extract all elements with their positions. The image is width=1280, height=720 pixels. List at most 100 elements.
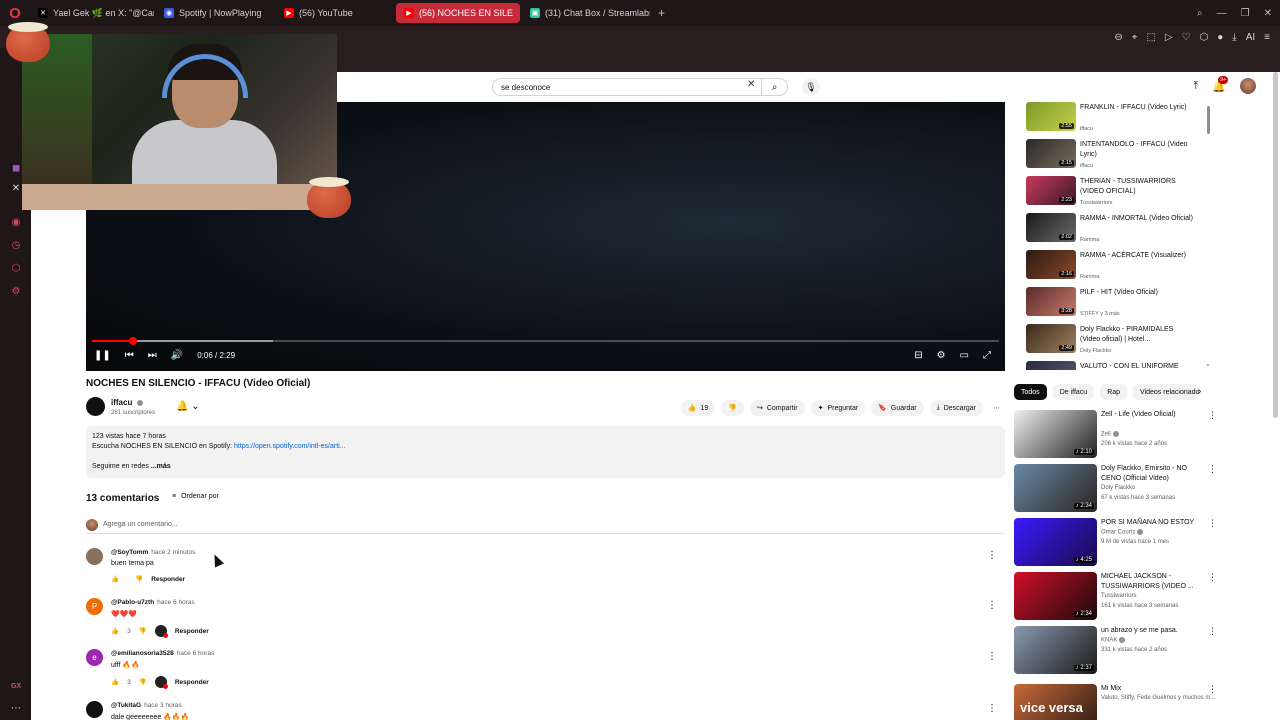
recommendation-menu-icon[interactable]: ⋮ bbox=[1208, 572, 1217, 583]
tab-0[interactable]: ✕ Yael Gek 🌿 en X: "@Cand bbox=[30, 3, 154, 23]
thumbs-up-icon[interactable]: 👍 bbox=[111, 627, 119, 635]
recommendation-item[interactable]: ♪ 2:34 MICHAEL JACKSON - TUSSIWARRIORS (… bbox=[1014, 572, 1219, 622]
recommendation-title[interactable]: MICHAEL JACKSON - TUSSIWARRIORS (VIDEO .… bbox=[1101, 572, 1206, 592]
comment-menu-icon[interactable]: ⋮ bbox=[987, 550, 997, 561]
chevron-right-icon[interactable]: › bbox=[1198, 386, 1201, 397]
playlist-item-title[interactable]: Doly Flackko - PIRAMIDALES (Video oficia… bbox=[1080, 325, 1195, 345]
avatar[interactable] bbox=[1240, 78, 1256, 94]
avatar[interactable]: P bbox=[86, 598, 103, 615]
download-icon[interactable]: ⤓ bbox=[1232, 32, 1236, 43]
like-button[interactable]: 👍 19 bbox=[680, 400, 716, 416]
recommendation-thumbnail[interactable]: ♪ 2:34 bbox=[1014, 572, 1097, 620]
playlist-thumbnail[interactable]: 3:28 bbox=[1026, 287, 1076, 316]
player-icon[interactable]: ◉ bbox=[10, 216, 22, 228]
recommendation-channel[interactable]: Omar Courtz bbox=[1101, 529, 1144, 536]
playlist-item[interactable]: 2:49 Doly Flackko - PIRAMIDALES (Video o… bbox=[1026, 324, 1211, 358]
playlist-scrollbar[interactable] bbox=[1207, 106, 1210, 134]
playlist-item-title[interactable]: VALUTO - CON EL UNIFORME PUESTO (Video O… bbox=[1080, 362, 1195, 370]
playlist-item[interactable]: 2:15 INTENTANDOLO - IFFACU (Video Lyric)… bbox=[1026, 139, 1211, 173]
comment-author[interactable]: @emilianosoria3528 hace 6 horas bbox=[111, 650, 214, 657]
recommendation-menu-icon[interactable]: ⋮ bbox=[1208, 464, 1217, 475]
recommendation-channel[interactable]: Zell bbox=[1101, 431, 1119, 438]
video-description[interactable]: 123 vistas hace 7 horas Escucha NOCHES E… bbox=[86, 426, 1005, 478]
tab-4[interactable]: ▣ (31) Chat Box / Streamlabs bbox=[522, 3, 650, 23]
playlist-item-title[interactable]: THERIAN - TUSSIWARRIORS (VIDEO OFICIAL) bbox=[1080, 177, 1195, 197]
zoom-out-icon[interactable]: ⊖ bbox=[1114, 32, 1122, 43]
tab-3[interactable]: ▶ (56) NOCHES EN SILE bbox=[396, 3, 520, 23]
close-window-icon[interactable]: ✕ bbox=[1264, 8, 1272, 19]
new-tab-button[interactable]: + bbox=[652, 6, 671, 20]
theater-mode-icon[interactable]: ▭ bbox=[960, 350, 969, 361]
tab-2[interactable]: ▶ (56) YouTube bbox=[276, 3, 394, 23]
progress-bar[interactable] bbox=[92, 337, 999, 345]
show-more-link[interactable]: ...más bbox=[151, 463, 171, 470]
download-button[interactable]: ⤓ Descargar bbox=[929, 400, 983, 416]
comment-menu-icon[interactable]: ⋮ bbox=[987, 651, 997, 662]
recommendation-channel[interactable]: Tussiwarriors bbox=[1101, 593, 1136, 599]
reply-button[interactable]: Responder bbox=[175, 679, 209, 686]
playlist-item[interactable]: 3:28 PILF - HIT (Video Oficial) STIFFY y… bbox=[1026, 287, 1211, 321]
playlist-thumbnail[interactable]: 2:55 bbox=[1026, 102, 1076, 131]
comment-author[interactable]: @TukitaG hace 3 horas bbox=[111, 702, 182, 709]
recommendation-menu-icon[interactable]: ⋮ bbox=[1208, 410, 1217, 421]
playlist-item[interactable]: 2:16 RAMMA - ACÉRCATE (Visualizer) Ramma bbox=[1026, 250, 1211, 284]
pause-icon[interactable]: ❚❚ bbox=[94, 350, 111, 361]
playlist-item[interactable]: 2:02 RAMMA - INMORTAL (Video Oficial) Ra… bbox=[1026, 213, 1211, 247]
voice-search-button[interactable]: 🎙 bbox=[802, 78, 820, 96]
settings-gear-icon[interactable]: ⚙ bbox=[937, 350, 946, 361]
comment-menu-icon[interactable]: ⋮ bbox=[987, 600, 997, 611]
pin-icon[interactable]: ⌖ bbox=[1132, 32, 1138, 43]
maximize-icon[interactable]: ❐ bbox=[1241, 8, 1250, 19]
chip-1[interactable]: De iffacu bbox=[1052, 384, 1095, 400]
playlist-thumbnail[interactable]: 2:15 bbox=[1026, 139, 1076, 168]
reply-button[interactable]: Responder bbox=[151, 576, 185, 583]
playlist-thumbnail[interactable]: 2:16 bbox=[1026, 250, 1076, 279]
recommendation-channel[interactable]: KNAK bbox=[1101, 637, 1126, 644]
comment-author[interactable]: @SoyTomm hace 2 minutos bbox=[111, 549, 195, 556]
chip-0[interactable]: Todos bbox=[1014, 384, 1047, 400]
settings-icon[interactable]: ⚙ bbox=[10, 285, 22, 297]
playlist-thumbnail[interactable] bbox=[1026, 361, 1076, 370]
channel-name[interactable]: iffacu bbox=[111, 398, 143, 407]
menu-icon[interactable]: ≡ bbox=[1264, 32, 1270, 43]
notifications-button[interactable]: 🔔 9+ bbox=[1212, 75, 1228, 93]
playlist-item-title[interactable]: RAMMA - ACÉRCATE (Visualizer) bbox=[1080, 251, 1195, 261]
more-actions-button[interactable]: ⋯ bbox=[989, 400, 1004, 416]
playlist-thumbnail[interactable]: 2:23 bbox=[1026, 176, 1076, 205]
add-comment-field[interactable]: Agrega un comentario... bbox=[86, 518, 1005, 534]
playlist-scroll-down-icon[interactable]: ⌄ bbox=[1205, 360, 1211, 368]
save-button[interactable]: 🔖 Guardar bbox=[871, 400, 924, 416]
playlist-thumbnail[interactable]: 2:49 bbox=[1026, 324, 1076, 353]
more-icon[interactable]: ⋯ bbox=[10, 702, 22, 714]
search-input[interactable]: se desconoce bbox=[492, 78, 762, 96]
playlist-thumbnail[interactable]: 2:02 bbox=[1026, 213, 1076, 242]
thumbs-down-icon[interactable]: 👎 bbox=[139, 678, 147, 686]
search-tabs-icon[interactable]: ⌕ bbox=[1197, 8, 1203, 19]
twitch-icon[interactable]: ◼ bbox=[10, 162, 22, 174]
recommendation-thumbnail[interactable]: ♪ 2:37 bbox=[1014, 626, 1097, 674]
x-sidebar-icon[interactable]: ✕ bbox=[10, 182, 22, 194]
profile-icon[interactable]: ● bbox=[1217, 32, 1223, 43]
tab-1[interactable]: ◉ Spotify | NowPlaying bbox=[156, 3, 274, 23]
recommendation-thumbnail[interactable]: vice versa bbox=[1014, 684, 1097, 720]
playlist-item[interactable]: VALUTO - CON EL UNIFORME PUESTO (Video O… bbox=[1026, 361, 1211, 370]
minimize-icon[interactable]: — bbox=[1217, 8, 1227, 19]
volume-icon[interactable]: 🔊 bbox=[171, 350, 183, 361]
extensions-icon[interactable]: ⬡ bbox=[1200, 32, 1209, 43]
avatar[interactable]: e bbox=[86, 649, 103, 666]
playlist-item-title[interactable]: FRANKLIN - IFFACU (Video Lyric) bbox=[1080, 103, 1195, 113]
recommendation-thumbnail[interactable]: ♪ 4:25 bbox=[1014, 518, 1097, 566]
ai-button[interactable]: AI bbox=[1246, 32, 1255, 43]
spotify-link[interactable]: https://open.spotify.com/intl-es/arti... bbox=[234, 443, 346, 450]
thumbs-up-icon[interactable]: 👍 bbox=[111, 678, 119, 686]
avatar[interactable] bbox=[86, 701, 103, 718]
search-button[interactable]: ⌕ bbox=[762, 78, 788, 96]
recommendation-item[interactable]: ♪ 2:37 un abrazo y se me pasa. KNAK 331 … bbox=[1014, 626, 1219, 676]
playlist-item[interactable]: 2:23 THERIAN - TUSSIWARRIORS (VIDEO OFIC… bbox=[1026, 176, 1211, 210]
playlist-item-title[interactable]: INTENTANDOLO - IFFACU (Video Lyric) bbox=[1080, 140, 1195, 160]
history-icon[interactable]: ◷ bbox=[10, 239, 22, 251]
playlist-item[interactable]: 2:55 FRANKLIN - IFFACU (Video Lyric) iff… bbox=[1026, 102, 1211, 136]
recommendation-channel[interactable]: Doly Flackko bbox=[1101, 485, 1135, 491]
chip-2[interactable]: Rap bbox=[1100, 384, 1128, 400]
recommendation-menu-icon[interactable]: ⋮ bbox=[1208, 626, 1217, 637]
